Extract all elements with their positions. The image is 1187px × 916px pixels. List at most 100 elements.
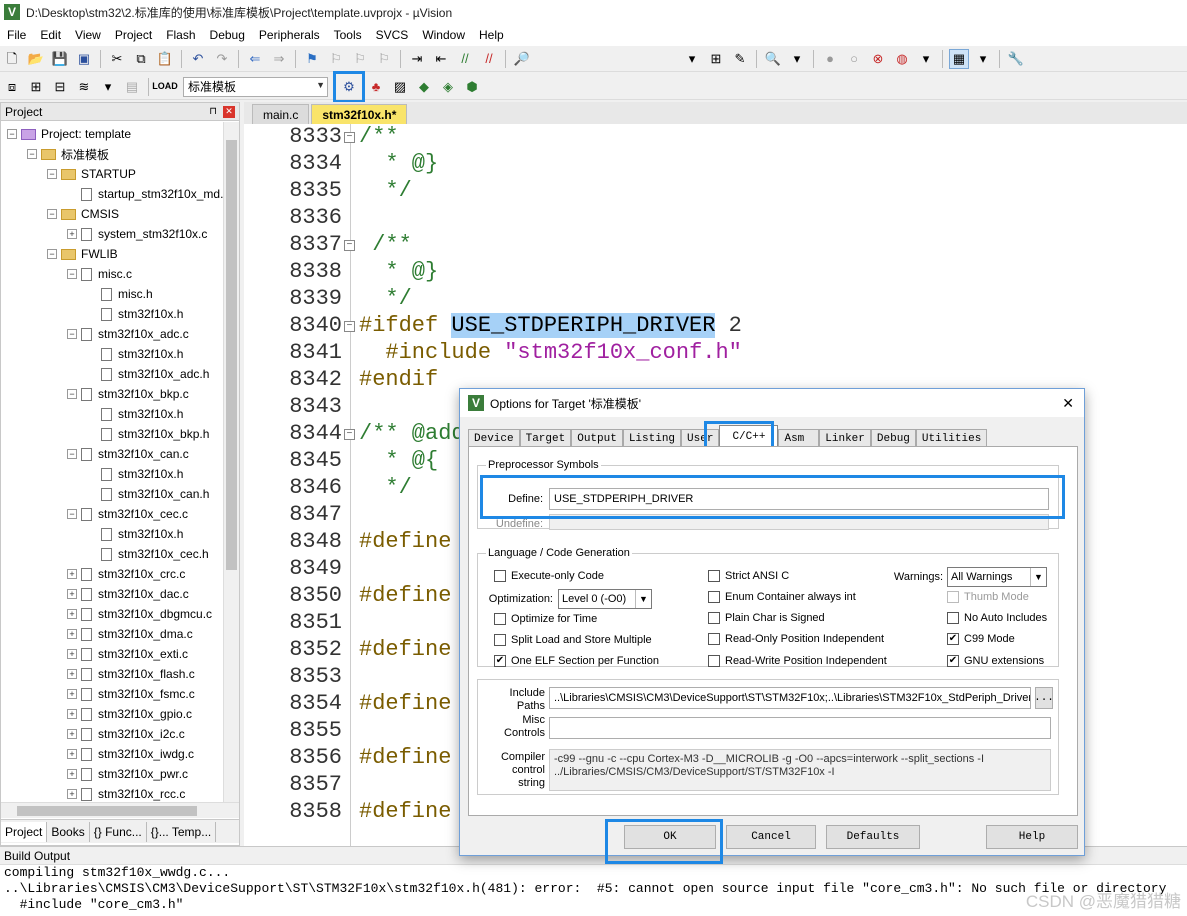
build-icon[interactable]: ⊞	[26, 77, 46, 97]
bookmark-prev-icon[interactable]: ⚐	[326, 49, 346, 69]
split-load-checkbox[interactable]: Split Load and Store Multiple	[494, 634, 652, 646]
chevron-down-icon[interactable]: ▾	[916, 49, 936, 69]
help-button[interactable]: Help	[986, 825, 1078, 849]
menu-debug[interactable]: Debug	[203, 28, 252, 42]
bookmark-next-icon[interactable]: ⚐	[350, 49, 370, 69]
tab-output[interactable]: Output	[571, 429, 623, 447]
tree-file-item[interactable]: − stm32f10x_cec.c	[67, 504, 188, 524]
c99-mode-checkbox[interactable]: ✔ C99 Mode	[947, 633, 1015, 645]
collapse-icon[interactable]: −	[47, 209, 57, 219]
tree-file-item[interactable]: stm32f10x.h	[87, 524, 183, 544]
manage-components-icon[interactable]: ▨	[390, 77, 410, 97]
fold-icon[interactable]: −	[344, 132, 355, 143]
tree-file-item[interactable]: startup_stm32f10x_md.s	[67, 184, 223, 204]
expand-icon[interactable]: +	[67, 789, 77, 799]
collapse-icon[interactable]: −	[67, 509, 77, 519]
tree-file-item[interactable]: − stm32f10x_adc.c	[67, 324, 189, 344]
tree-group-item[interactable]: − STARTUP	[47, 164, 136, 184]
strict-ansi-checkbox[interactable]: Strict ANSI C	[708, 570, 789, 582]
select-packs-icon[interactable]: ◆	[414, 77, 434, 97]
project-tree-hscroll[interactable]	[1, 802, 239, 818]
tab-project[interactable]: Project	[1, 821, 48, 842]
defaults-button[interactable]: Defaults	[826, 825, 920, 849]
optimize-time-checkbox[interactable]: Optimize for Time	[494, 613, 597, 625]
dropdown-icon[interactable]: ▾	[682, 49, 702, 69]
tree-file-item[interactable]: stm32f10x_cec.h	[87, 544, 209, 564]
breakpoint-disable-icon[interactable]: ○	[844, 49, 864, 69]
debug-start-icon[interactable]: 🔍	[763, 49, 783, 69]
tab-templates[interactable]: {}... Temp...	[147, 821, 217, 842]
save-icon[interactable]: 💾	[50, 49, 70, 69]
file-extensions-icon[interactable]: ♣	[366, 77, 386, 97]
warnings-select[interactable]: All Warnings ▼	[947, 567, 1047, 587]
menu-svcs[interactable]: SVCS	[369, 28, 416, 42]
menu-flash[interactable]: Flash	[159, 28, 202, 42]
menu-help[interactable]: Help	[472, 28, 511, 42]
find-in-files-icon[interactable]: 🔎	[512, 49, 532, 69]
translate-icon[interactable]: ⧈	[2, 77, 22, 97]
expand-icon[interactable]: +	[67, 229, 77, 239]
tree-file-item[interactable]: stm32f10x_adc.h	[87, 364, 209, 384]
nav-back-icon[interactable]: ⇐	[245, 49, 265, 69]
tree-file-item[interactable]: misc.h	[87, 284, 153, 304]
tab-linker[interactable]: Linker	[819, 429, 871, 447]
project-tree-vscroll[interactable]	[223, 122, 239, 802]
chevron-down-icon[interactable]: ▾	[973, 49, 993, 69]
tab-listing[interactable]: Listing	[622, 429, 682, 447]
tab-books[interactable]: Books	[47, 821, 90, 842]
misc-controls-field[interactable]	[549, 717, 1051, 739]
tab-stm32f10x-h[interactable]: stm32f10x.h*	[311, 104, 408, 124]
tree-file-item[interactable]: − misc.c	[67, 264, 132, 284]
tree-group-item[interactable]: − CMSIS	[47, 204, 119, 224]
tab-utilities[interactable]: Utilities	[915, 429, 988, 447]
open-folder-icon[interactable]: 📂	[26, 49, 46, 69]
redo-icon[interactable]: ↷	[212, 49, 232, 69]
tree-group-item[interactable]: − 标准模板	[27, 144, 109, 164]
uncomment-icon[interactable]: //	[479, 49, 499, 69]
execute-only-checkbox[interactable]: Execute-only Code	[494, 570, 604, 582]
menu-file[interactable]: File	[0, 28, 33, 42]
fold-icon[interactable]: −	[344, 429, 355, 440]
collapse-icon[interactable]: −	[47, 249, 57, 259]
collapse-icon[interactable]: −	[67, 269, 77, 279]
breakpoint-all-icon[interactable]: ◍	[892, 49, 912, 69]
breakpoint-kill-icon[interactable]: ⊗	[868, 49, 888, 69]
tree-file-item[interactable]: stm32f10x.h	[87, 344, 183, 364]
expand-icon[interactable]: +	[67, 689, 77, 699]
tree-file-item[interactable]: + stm32f10x_exti.c	[67, 644, 188, 664]
target-select[interactable]: 标准模板 ▼	[183, 76, 328, 97]
nav-forward-icon[interactable]: ⇒	[269, 49, 289, 69]
rte-icon[interactable]: ⬢	[462, 77, 482, 97]
batch-build-icon[interactable]: ≋	[74, 77, 94, 97]
tree-file-item[interactable]: + stm32f10x_fsmc.c	[67, 684, 195, 704]
tree-file-item[interactable]: stm32f10x.h	[87, 464, 183, 484]
tree-file-item[interactable]: + system_stm32f10x.c	[67, 224, 207, 244]
breakpoint-icon[interactable]: ●	[820, 49, 840, 69]
tab-functions[interactable]: {} Func...	[90, 821, 147, 842]
chevron-down-icon[interactable]: ▾	[787, 49, 807, 69]
tab-asm[interactable]: Asm	[778, 429, 820, 447]
expand-icon[interactable]: +	[67, 649, 77, 659]
tree-file-item[interactable]: + stm32f10x_dma.c	[67, 624, 193, 644]
comment-icon[interactable]: //	[455, 49, 475, 69]
expand-icon[interactable]: +	[67, 769, 77, 779]
pack-installer-icon[interactable]: ◈	[438, 77, 458, 97]
options-for-target-icon[interactable]: ⚙	[333, 70, 365, 103]
save-all-icon[interactable]: ▣	[74, 49, 94, 69]
tree-file-item[interactable]: + stm32f10x_rcc.c	[67, 784, 185, 802]
enum-container-checkbox[interactable]: Enum Container always int	[708, 591, 856, 603]
paste-icon[interactable]: 📋	[155, 49, 175, 69]
download-load-icon[interactable]: LOAD	[152, 77, 178, 97]
tree-file-item[interactable]: + stm32f10x_dac.c	[67, 584, 189, 604]
cancel-button[interactable]: Cancel	[726, 825, 816, 849]
configure-wrench-icon[interactable]: 🔧	[1006, 49, 1026, 69]
collapse-icon[interactable]: −	[67, 389, 77, 399]
collapse-icon[interactable]: −	[27, 149, 37, 159]
scroll-thumb[interactable]	[226, 140, 237, 570]
tree-file-item[interactable]: + stm32f10x_i2c.c	[67, 724, 185, 744]
no-auto-includes-checkbox[interactable]: No Auto Includes	[947, 612, 1047, 624]
tree-file-item[interactable]: − stm32f10x_bkp.c	[67, 384, 189, 404]
one-elf-checkbox[interactable]: ✔ One ELF Section per Function	[494, 655, 659, 667]
ro-pi-checkbox[interactable]: Read-Only Position Independent	[708, 633, 884, 645]
chevron-down-icon[interactable]: ▾	[98, 77, 118, 97]
